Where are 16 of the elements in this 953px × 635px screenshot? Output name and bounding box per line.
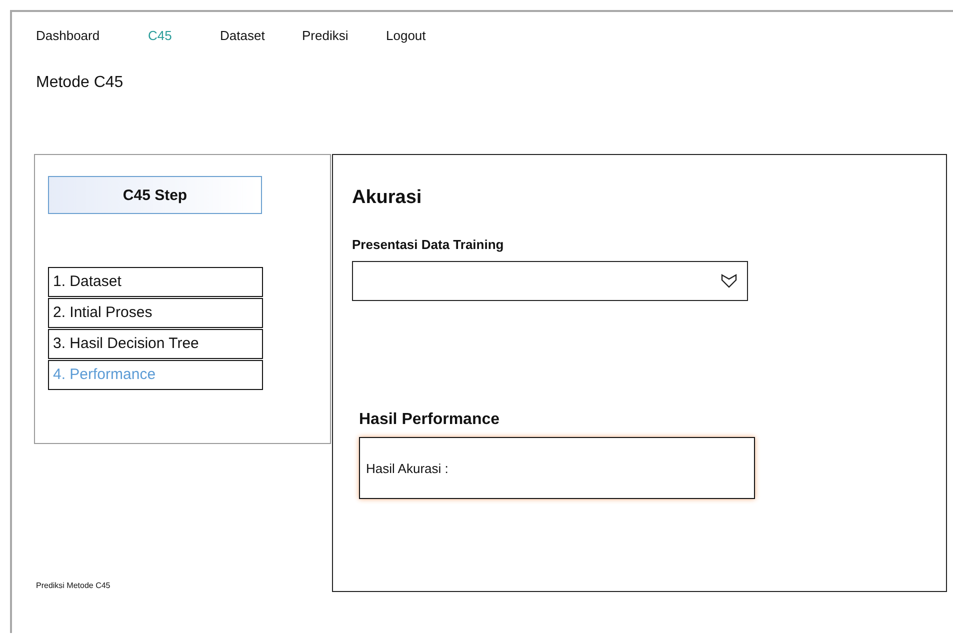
step-item[interactable]: 1. Dataset <box>48 267 263 297</box>
section-title: Hasil Performance <box>358 411 501 430</box>
result-text: Hasil Akurasi : <box>366 460 448 476</box>
field-label: Presentasi Data Training <box>352 237 505 254</box>
nav-link[interactable]: Prediksi <box>302 28 386 48</box>
step-item[interactable]: 2. Intial Proses <box>48 298 263 328</box>
dropdown-field[interactable] <box>352 261 748 301</box>
step-item[interactable]: 3. Hasil Decision Tree <box>48 329 263 359</box>
page-title: Metode C45 <box>35 73 124 93</box>
nav-link[interactable]: Logout <box>386 28 426 48</box>
nav-link[interactable]: Dashboard <box>36 28 148 48</box>
sidebar-header: C45 Step <box>48 176 262 214</box>
chevron-down-icon <box>721 274 737 288</box>
nav-link[interactable]: Dataset <box>220 28 302 48</box>
section-title: Akurasi <box>352 186 423 210</box>
footer-text: Prediksi Metode C45 <box>35 581 112 592</box>
